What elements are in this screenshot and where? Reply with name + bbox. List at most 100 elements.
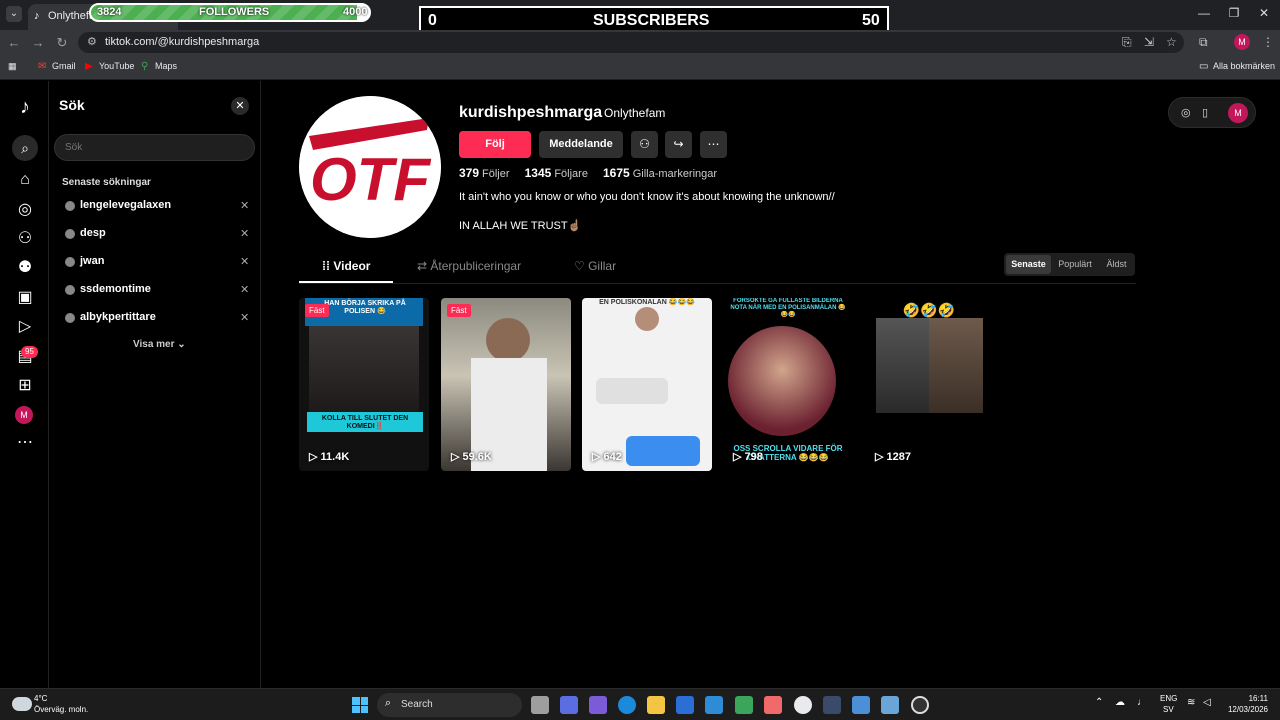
recent-search-item[interactable]: lengelevegalaxen ✕	[65, 198, 255, 218]
sort-oldest[interactable]: Äldst	[1100, 255, 1133, 274]
video-card[interactable]: HAN BÖRJA SKRIKA PÅ POLISEN 😂 KOLLA TILL…	[299, 298, 429, 471]
app-icon[interactable]	[823, 696, 841, 714]
reload-icon[interactable]: ↻	[54, 35, 70, 51]
bookmark-star-icon[interactable]: ☆	[1166, 35, 1177, 49]
bookmark-youtube[interactable]: ▶ YouTube	[85, 61, 134, 72]
video-card[interactable]: 🤣🤣🤣 ▷ 1287	[865, 298, 995, 471]
profile-avatar-large[interactable]: OTF	[299, 96, 441, 238]
remove-icon[interactable]: ✕	[240, 311, 249, 324]
message-button[interactable]: Meddelande	[539, 131, 623, 158]
more-icon[interactable]: ⋯	[14, 433, 36, 453]
search-icon: ⌕	[385, 697, 392, 709]
taskbar-search[interactable]: ⌕ Search	[377, 693, 522, 717]
recent-searches-heading: Senaste sökningar	[62, 177, 151, 188]
top-right-actions: ◎ ▯ M	[1168, 97, 1256, 128]
messages-send-icon[interactable]: ▷	[14, 317, 36, 337]
browser-profile-avatar[interactable]: M	[1234, 34, 1250, 50]
coins-icon[interactable]: ◎	[1181, 106, 1191, 119]
follow-button[interactable]: Följ	[459, 131, 531, 158]
friends-icon[interactable]: ⚉	[14, 258, 36, 278]
upload-icon[interactable]: ⊞	[14, 376, 36, 396]
remove-icon[interactable]: ✕	[240, 255, 249, 268]
add-friend-icon[interactable]: ⚇	[631, 131, 658, 158]
shield-icon[interactable]	[735, 696, 753, 714]
remove-icon[interactable]: ✕	[240, 283, 249, 296]
recent-search-item[interactable]: ssdemontime ✕	[65, 282, 255, 302]
microphone-icon[interactable]: ♩	[1137, 697, 1147, 708]
gmail-icon: ✉	[38, 61, 47, 72]
sort-popular[interactable]: Populärt	[1053, 255, 1097, 274]
recent-search-item[interactable]: jwan ✕	[65, 254, 255, 274]
following-stat[interactable]: 379 Följer	[459, 166, 510, 180]
recent-search-item[interactable]: desp ✕	[65, 226, 255, 246]
video-card[interactable]: EN POLISKONALAN 😂😂😂 ▷ 642	[582, 298, 712, 471]
apps-grid-icon[interactable]: ▦	[8, 61, 17, 72]
tab-reposts[interactable]: ⇄ Återpubliceringar	[417, 259, 521, 273]
search-icon[interactable]: ⌕	[12, 135, 38, 161]
edge-icon[interactable]	[618, 696, 636, 714]
file-explorer-icon[interactable]	[647, 696, 665, 714]
bookmarks-bar: ▦ ✉ Gmail ▶ YouTube ⚲ Maps ▭ Alla bokmärken	[0, 55, 1280, 80]
extensions-icon[interactable]: ⧉	[1199, 35, 1208, 50]
app-icon[interactable]	[764, 696, 782, 714]
video-card[interactable]: Fäst ▷ 59.6K	[441, 298, 571, 471]
store-icon[interactable]	[676, 696, 694, 714]
home-icon[interactable]: ⌂	[14, 170, 36, 190]
start-windows-icon[interactable]	[352, 697, 368, 713]
remove-icon[interactable]: ✕	[240, 199, 249, 212]
forward-icon[interactable]: →	[30, 35, 46, 51]
play-icon: ▷	[733, 451, 745, 463]
following-icon[interactable]: ⚇	[14, 229, 36, 249]
wifi-icon[interactable]: ≋	[1187, 697, 1195, 708]
copilot-icon[interactable]	[560, 696, 578, 714]
teams-icon[interactable]	[589, 696, 607, 714]
user-avatar[interactable]: M	[1228, 103, 1248, 123]
all-bookmarks[interactable]: ▭ Alla bokmärken	[1199, 61, 1275, 72]
more-options-icon[interactable]: ⋯	[700, 131, 727, 158]
tab-search-dropdown-icon[interactable]: ⌄	[6, 6, 22, 22]
onedrive-icon[interactable]: ☁	[1115, 697, 1125, 708]
photos-icon[interactable]	[852, 696, 870, 714]
show-more-link[interactable]: Visa mer ⌄	[133, 339, 186, 350]
tab-videos[interactable]: ⁞⁞ Videor	[322, 259, 370, 273]
remove-icon[interactable]: ✕	[240, 227, 249, 240]
close-icon[interactable]: ✕	[231, 97, 249, 115]
live-icon[interactable]: ▣	[14, 288, 36, 308]
recent-search-label: ssdemontime	[80, 283, 151, 295]
tray-chevron-icon[interactable]: ⌃	[1095, 697, 1103, 708]
keyboard-language[interactable]: ENG	[1160, 694, 1177, 703]
site-info-icon[interactable]: ⚙	[87, 35, 97, 48]
device-icon[interactable]: ▯	[1202, 106, 1208, 119]
tab-likes[interactable]: ♡ Gillar	[574, 259, 616, 273]
omnibox[interactable]: ⚙ tiktok.com/@kurdishpeshmarga ⎘ ⇲ ☆	[78, 32, 1184, 53]
obs-icon[interactable]	[911, 696, 929, 714]
video-card[interactable]: FÖRSÖKTE GÅ FULLASTE BILDERNA NOTA NÄR M…	[723, 298, 853, 471]
outlook-icon[interactable]	[705, 696, 723, 714]
restore-icon[interactable]: ❐	[1224, 6, 1244, 20]
recent-search-item[interactable]: albykpertittare ✕	[65, 310, 255, 330]
minimize-icon[interactable]: —	[1194, 6, 1214, 20]
pinned-badge: Fäst	[447, 304, 471, 317]
clock-time[interactable]: 16:11	[1234, 694, 1268, 703]
translate-icon[interactable]: ⎘	[1122, 35, 1132, 50]
app-icon[interactable]	[881, 696, 899, 714]
close-window-icon[interactable]: ✕	[1254, 6, 1274, 20]
volume-icon[interactable]: ◁	[1203, 697, 1211, 708]
back-icon[interactable]: ←	[6, 35, 22, 51]
weather-cloud-icon[interactable]	[12, 697, 32, 711]
url-text[interactable]: tiktok.com/@kurdishpeshmarga	[105, 36, 259, 48]
profile-avatar[interactable]: M	[15, 406, 33, 424]
followers-stat[interactable]: 1345 Följare	[525, 166, 588, 180]
browser-menu-icon[interactable]: ⋮	[1262, 35, 1274, 49]
explore-compass-icon[interactable]: ◎	[14, 200, 36, 220]
bookmark-gmail[interactable]: ✉ Gmail	[38, 61, 76, 72]
bookmark-maps[interactable]: ⚲ Maps	[141, 61, 177, 72]
video-views-count: 11.4K	[320, 451, 350, 463]
chrome-icon[interactable]	[794, 696, 812, 714]
share-icon[interactable]: ↪	[665, 131, 692, 158]
tiktok-logo-icon[interactable]: ♪	[14, 97, 36, 117]
search-input[interactable]	[54, 134, 255, 161]
task-view-icon[interactable]	[531, 696, 549, 714]
sort-latest[interactable]: Senaste	[1006, 255, 1051, 274]
install-app-icon[interactable]: ⇲	[1144, 35, 1154, 49]
